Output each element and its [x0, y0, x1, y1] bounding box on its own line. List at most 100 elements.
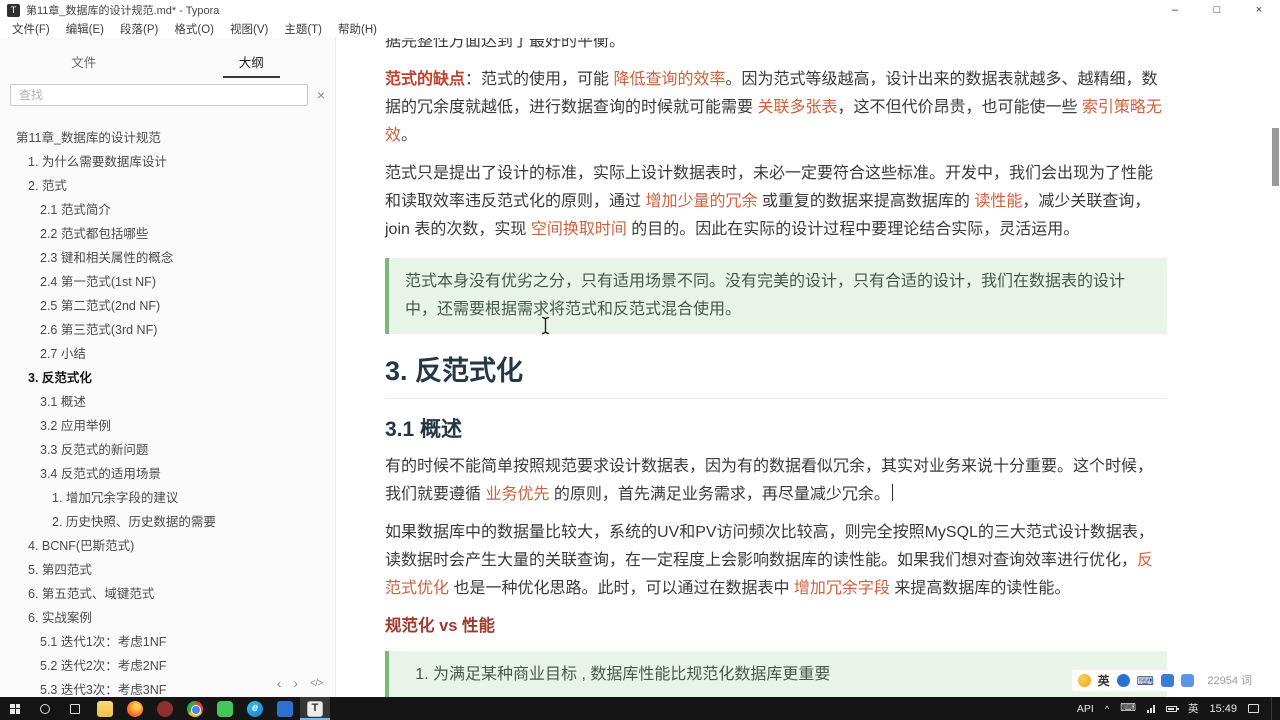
outline-item[interactable]: 3. 反范式化 [0, 366, 335, 390]
text-run: ，这不但代价昂贵，也可能使一些 [837, 99, 1082, 116]
heading[interactable]: 3.1 概述 [385, 417, 1167, 443]
outline-item[interactable]: 2.7 小结 [0, 342, 335, 366]
app-maroon-icon [157, 700, 173, 717]
taskbar-edge[interactable]: e [240, 697, 270, 720]
text-run: 来提高数据库的读性能。 [889, 580, 1071, 597]
close-button[interactable]: × [1238, 0, 1280, 20]
sidebar-tabs: 文件 大纲 [0, 48, 335, 78]
outline-item[interactable]: 3.2 应用举例 [0, 414, 335, 438]
quote-block[interactable]: 范式本身没有优劣之分，只有适用场景不同。没有完美的设计，只有合适的设计，我们在数… [385, 258, 1167, 334]
word-count: 22954 词 [1203, 671, 1256, 689]
battery-icon[interactable] [1165, 705, 1179, 712]
menu-item-2[interactable]: 编辑(E) [58, 20, 112, 38]
close-search-icon[interactable]: × [317, 88, 325, 102]
highlight-term: 增加少量的冗余 [645, 193, 758, 210]
highlight-term: 业务优先 [485, 486, 550, 503]
outline-item[interactable]: 3.1 概述 [0, 390, 335, 414]
quote-block[interactable]: 为满足某种商业目标 , 数据库性能比规范化数据库更重要在数据规范化的同时 , 要… [385, 651, 1167, 697]
scrollbar-thumb[interactable] [1272, 128, 1279, 186]
menu-item-5[interactable]: 视图(V) [222, 20, 276, 38]
nav-back-icon[interactable]: ‹ [277, 675, 282, 691]
nav-forward-icon[interactable]: › [293, 675, 298, 691]
outline-item[interactable]: 3.4 反范式的适用场景 [0, 462, 335, 486]
sidebar-tab-文件[interactable]: 文件 [0, 48, 168, 78]
outline-item[interactable]: 2. 历史快照、历史数据的需要 [0, 510, 335, 534]
menu-item-4[interactable]: 格式(O) [166, 20, 222, 38]
sidebar: 文件大纲 × 第11章_数据库的设计规范1. 为什么需要数据库设计2. 范式2.… [0, 38, 336, 697]
outline-item[interactable]: 2.5 第二范式(2nd NF) [0, 294, 335, 318]
menu-item-1[interactable]: 文件(F) [4, 20, 58, 38]
paragraph[interactable]: 有的时候不能简单按照规范要求设计数据表，因为有的数据看似冗余，其实对业务来说十分… [385, 453, 1167, 509]
menu-item-6[interactable]: 主题(T) [276, 20, 330, 38]
file-explorer-icon [97, 700, 113, 717]
ime-toolbox-icon[interactable] [1161, 674, 1174, 687]
outline-item[interactable]: 3.3 反范式的新问题 [0, 438, 335, 462]
taskbar: eT API ^ ⌨ 英 15:49 [0, 697, 1280, 720]
system-tray: API ^ ⌨ 英 15:49 [1077, 697, 1280, 720]
sidebar-tab-大纲[interactable]: 大纲 [168, 48, 336, 78]
outline-item[interactable]: 2.4 第一范式(1st NF) [0, 270, 335, 294]
heading[interactable]: 3. 反范式化 [385, 354, 1167, 399]
outline-item[interactable]: 6. 第五范式、域键范式 [0, 582, 335, 606]
ime-logo-icon[interactable] [1077, 674, 1091, 687]
outline-item[interactable]: 2.1 范式简介 [0, 198, 335, 222]
wechat-icon [217, 700, 233, 717]
clock[interactable]: 15:49 [1209, 703, 1237, 715]
tray-api-label[interactable]: API [1077, 703, 1094, 715]
cortana-search-button[interactable] [30, 697, 60, 720]
paragraph[interactable]: 据完整性方面达到了最好的平衡。 [385, 38, 1167, 56]
subheading[interactable]: 规范化 vs 性能 [385, 615, 1167, 637]
network-icon[interactable] [1146, 704, 1155, 713]
action-center-icon[interactable] [1248, 704, 1259, 713]
ime-keyboard-icon[interactable]: ⌨ [1137, 675, 1154, 687]
paragraph[interactable]: 范式的缺点：范式的使用，可能 降低查询的效率。因为范式等级越高，设计出来的数据表… [385, 66, 1167, 150]
outline-item[interactable]: 1. 增加冗余字段的建议 [0, 486, 335, 510]
taskbar-chrome[interactable] [180, 697, 210, 720]
typora-logo-icon: T [7, 3, 20, 17]
touch-keyboard-icon[interactable]: ⌨ [1120, 703, 1136, 714]
taskbar-wechat[interactable] [210, 697, 240, 720]
text-run: 的原则，首先满足业务需求，再尽量减少冗余。 [549, 486, 890, 503]
taskbar-apps: eT [90, 697, 330, 720]
taskbar-file-explorer[interactable] [90, 697, 120, 720]
paragraph[interactable]: 如果数据库中的数据量比较大，系统的UV和PV访问频次比较高，则完全按照MySQL… [385, 519, 1167, 603]
show-desktop-button[interactable] [1271, 697, 1276, 720]
taskbar-app-maroon[interactable] [150, 697, 180, 720]
taskbar-typora[interactable]: T [300, 697, 330, 720]
outline-item[interactable]: 5.1 迭代1次：考虑1NF [0, 630, 335, 654]
edge-icon: e [247, 700, 263, 717]
outline-item[interactable]: 2.2 范式都包括哪些 [0, 222, 335, 246]
paragraph[interactable]: 范式只是提出了设计的标准，实际上设计数据表时，未必一定要符合这些标准。开发中，我… [385, 160, 1167, 244]
text-run: 或重复的数据来提高数据库的 [757, 193, 975, 210]
ime-account-icon[interactable] [1181, 674, 1194, 687]
editor-area[interactable]: 据完整性方面达到了最好的平衡。范式的缺点：范式的使用，可能 降低查询的效率。因为… [336, 38, 1280, 697]
maximize-button[interactable]: □ [1196, 0, 1238, 20]
ime-skin-icon[interactable] [1116, 674, 1130, 687]
outline-item[interactable]: 5. 第四范式 [0, 558, 335, 582]
taskbar-ide-blue[interactable] [270, 697, 300, 720]
outline-item[interactable]: 2.3 键和相关属性的概念 [0, 246, 335, 270]
start-button[interactable] [0, 697, 30, 720]
source-mode-icon[interactable]: </> [310, 678, 323, 689]
text-run: 范式本身没有优劣之分，只有适用场景不同。没有完美的设计，只有合适的设计，我们在数… [405, 273, 1126, 318]
hidden-icons-chevron[interactable]: ^ [1105, 704, 1109, 714]
outline-item[interactable]: 4. BCNF(巴斯范式) [0, 534, 335, 558]
outline-item[interactable]: 2. 范式 [0, 174, 335, 198]
outline-item[interactable]: 6. 实战案例 [0, 606, 335, 630]
text-caret [891, 484, 894, 501]
outline-item[interactable]: 第11章_数据库的设计规范 [0, 126, 335, 150]
outline-item[interactable]: 2.6 第三范式(3rd NF) [0, 318, 335, 342]
search-input[interactable] [10, 84, 308, 106]
taskbar-firefox[interactable] [120, 697, 150, 720]
ime-tray-indicator[interactable]: 英 [1188, 701, 1199, 716]
menu-item-3[interactable]: 段落(P) [112, 20, 166, 38]
ime-language-indicator[interactable]: 英 [1098, 672, 1110, 689]
minimize-button[interactable]: – [1154, 0, 1196, 20]
menu-bar: 文件(F) 编辑(E) 段落(P) 格式(O) 视图(V) 主题(T) 帮助(H) [0, 20, 1280, 38]
highlight-term: 降低查询的效率 [613, 71, 726, 88]
title-bar[interactable]: T 第11章_数据库的设计规范.md* - Typora – □ × [0, 0, 1280, 20]
outline-item[interactable]: 1. 为什么需要数据库设计 [0, 150, 335, 174]
outline-panel: 第11章_数据库的设计规范 1. 为什么需要数据库设计 2. 范式 2.1 范式简介 2… [0, 126, 335, 697]
menu-item-7[interactable]: 帮助(H) [330, 20, 385, 38]
task-view-button[interactable] [60, 697, 90, 720]
